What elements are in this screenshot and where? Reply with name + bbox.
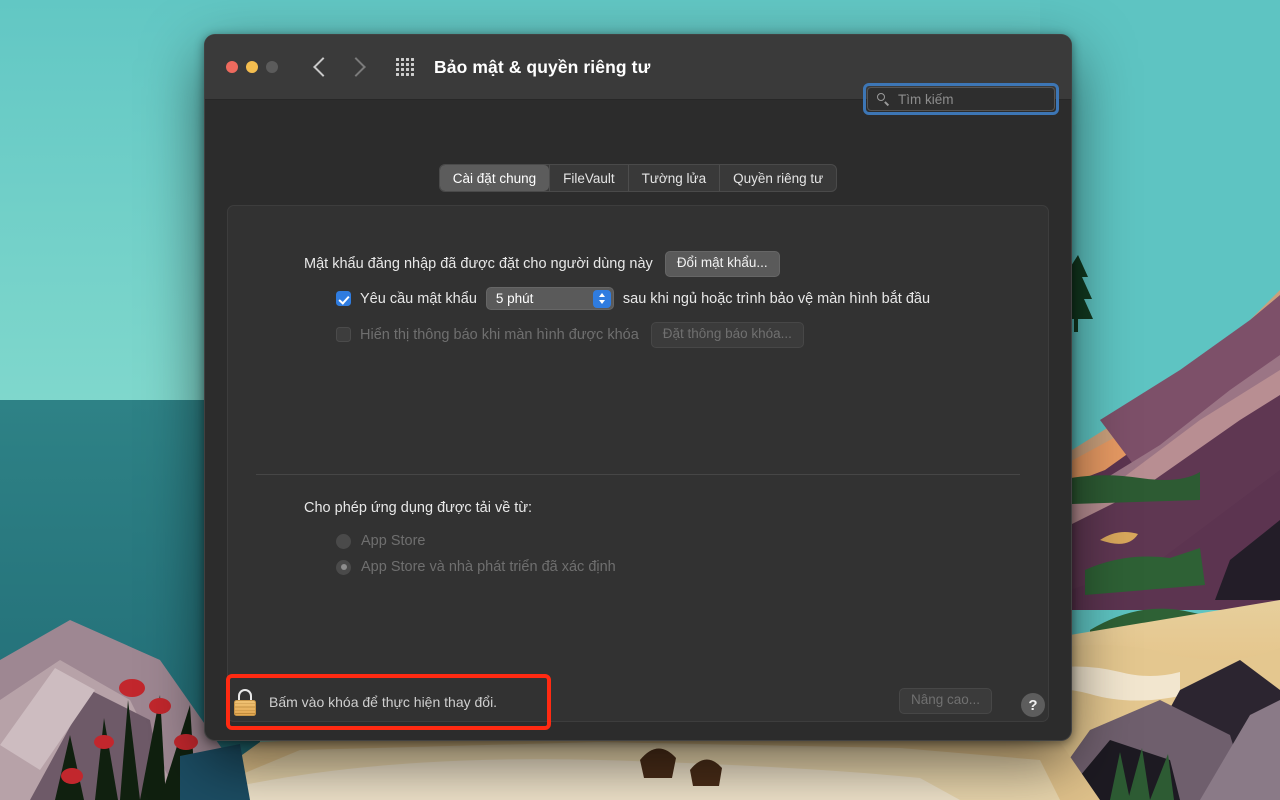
minimize-button[interactable] — [246, 61, 258, 73]
tab-group: Cài đặt chung FileVault Tường lửa Quyền … — [439, 164, 837, 192]
radio-label: App Store và nhà phát triển đã xác định — [361, 559, 616, 575]
screen-lock-message-row: Hiển thị thông báo khi màn hình được khó… — [336, 322, 804, 348]
window-content: Cài đặt chung FileVault Tường lửa Quyền … — [205, 100, 1071, 741]
login-password-row: Mật khẩu đăng nhập đã được đặt cho người… — [304, 251, 780, 277]
radio-option-app-store-and-identified-developers[interactable]: App Store và nhà phát triển đã xác định — [336, 559, 616, 575]
tab-bar: Cài đặt chung FileVault Tường lửa Quyền … — [205, 164, 1071, 192]
zoom-button[interactable] — [266, 61, 278, 73]
lock-toggle-button[interactable]: Bấm vào khóa để thực hiện thay đổi. — [233, 685, 497, 719]
change-password-button[interactable]: Đổi mật khẩu... — [665, 251, 780, 277]
lock-closed-icon — [233, 689, 257, 716]
show-lock-message-label: Hiển thị thông báo khi màn hình được khó… — [360, 327, 639, 343]
tab-general[interactable]: Cài đặt chung — [440, 165, 549, 191]
set-lock-message-button[interactable]: Đặt thông báo khóa... — [651, 322, 804, 348]
grid-apps-icon[interactable] — [396, 58, 414, 76]
system-preferences-window: Bảo mật & quyền riêng tư Tìm kiếm Cài đặ… — [204, 34, 1072, 741]
chevron-left-icon[interactable] — [313, 57, 333, 77]
require-password-interval-select[interactable]: 5 phút — [486, 287, 614, 310]
close-button[interactable] — [226, 61, 238, 73]
section-divider — [256, 474, 1020, 475]
navigation-arrows — [316, 60, 363, 74]
radio-button[interactable] — [336, 560, 351, 575]
advanced-button[interactable]: Nâng cao... — [899, 688, 992, 714]
login-password-label: Mật khẩu đăng nhập đã được đặt cho người… — [304, 256, 653, 272]
allow-apps-title: Cho phép ứng dụng được tải về từ: — [304, 500, 532, 516]
tab-privacy[interactable]: Quyền riêng tư — [719, 165, 836, 191]
lock-label: Bấm vào khóa để thực hiện thay đổi. — [269, 694, 497, 710]
radio-label: App Store — [361, 533, 426, 549]
chevron-up-down-icon — [593, 290, 611, 308]
general-settings-panel: Mật khẩu đăng nhập đã được đặt cho người… — [227, 205, 1049, 722]
window-titlebar: Bảo mật & quyền riêng tư Tìm kiếm — [205, 35, 1071, 100]
tab-filevault[interactable]: FileVault — [549, 165, 628, 191]
page-title: Bảo mật & quyền riêng tư — [434, 57, 650, 78]
show-lock-message-checkbox[interactable] — [336, 327, 351, 342]
radio-button[interactable] — [336, 534, 351, 549]
tab-firewall[interactable]: Tường lửa — [628, 165, 719, 191]
require-password-label: Yêu cầu mật khẩu — [360, 291, 477, 307]
require-password-row: Yêu cầu mật khẩu 5 phút sau khi ngủ hoặc… — [336, 287, 930, 310]
help-button[interactable]: ? — [1021, 693, 1045, 717]
radio-option-app-store[interactable]: App Store — [336, 533, 426, 549]
traffic-lights — [226, 61, 278, 73]
interval-value: 5 phút — [496, 291, 534, 306]
require-password-suffix-label: sau khi ngủ hoặc trình bảo vệ màn hình b… — [623, 291, 930, 307]
chevron-right-icon[interactable] — [346, 57, 366, 77]
require-password-checkbox[interactable] — [336, 291, 351, 306]
